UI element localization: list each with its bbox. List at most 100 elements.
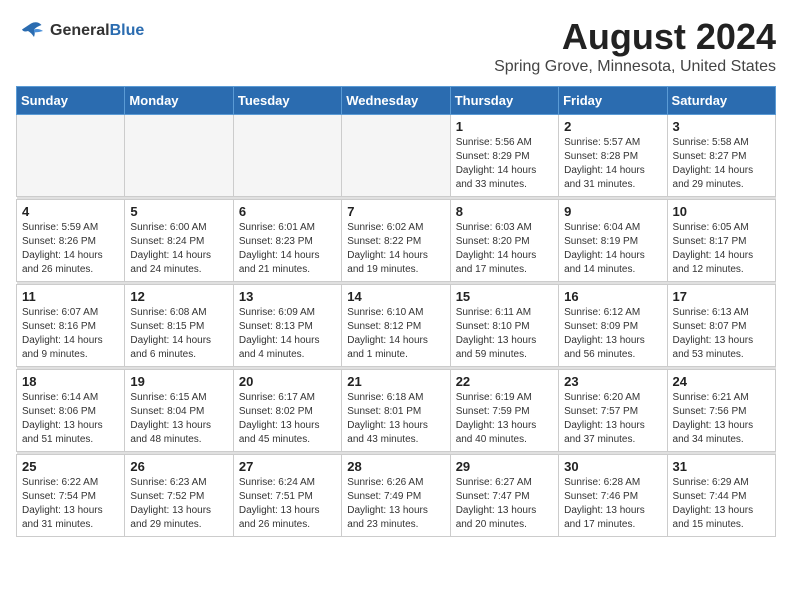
calendar-cell: 19 Sunrise: 6:15 AM Sunset: 8:04 PM Dayli… (125, 370, 233, 452)
day-info: Sunrise: 6:19 AM Sunset: 7:59 PM Dayligh… (456, 391, 553, 447)
day-number: 6 (239, 204, 336, 219)
day-number: 26 (130, 459, 227, 474)
day-number: 16 (564, 289, 661, 304)
calendar-cell: 15 Sunrise: 6:11 AM Sunset: 8:10 PM Dayli… (450, 285, 558, 367)
calendar-cell: 28 Sunrise: 6:26 AM Sunset: 7:49 PM Dayli… (342, 455, 450, 537)
calendar-cell: 30 Sunrise: 6:28 AM Sunset: 7:46 PM Dayli… (559, 455, 667, 537)
calendar-cell: 31Sunrise: 6:29 AM Sunset: 7:44 PM Dayli… (667, 455, 775, 537)
calendar-cell: 7 Sunrise: 6:02 AM Sunset: 8:22 PM Daylig… (342, 200, 450, 282)
calendar-cell: 13 Sunrise: 6:09 AM Sunset: 8:13 PM Dayli… (233, 285, 341, 367)
day-info: Sunrise: 5:59 AM Sunset: 8:26 PM Dayligh… (22, 221, 119, 277)
calendar-cell: 12 Sunrise: 6:08 AM Sunset: 8:15 PM Dayli… (125, 285, 233, 367)
day-number: 22 (456, 374, 553, 389)
logo-text: GeneralBlue (50, 22, 144, 40)
calendar-cell: 9 Sunrise: 6:04 AM Sunset: 8:19 PM Daylig… (559, 200, 667, 282)
day-info: Sunrise: 6:00 AM Sunset: 8:24 PM Dayligh… (130, 221, 227, 277)
day-number: 28 (347, 459, 444, 474)
calendar-table: Sunday Monday Tuesday Wednesday Thursday… (16, 86, 776, 537)
day-info: Sunrise: 6:03 AM Sunset: 8:20 PM Dayligh… (456, 221, 553, 277)
day-info: Sunrise: 6:13 AM Sunset: 8:07 PM Dayligh… (673, 306, 770, 362)
calendar-week-5: 25 Sunrise: 6:22 AM Sunset: 7:54 PM Dayli… (17, 455, 776, 537)
logo-icon (16, 16, 46, 46)
day-number: 5 (130, 204, 227, 219)
day-info: Sunrise: 6:04 AM Sunset: 8:19 PM Dayligh… (564, 221, 661, 277)
calendar-cell: 10 Sunrise: 6:05 AM Sunset: 8:17 PM Dayli… (667, 200, 775, 282)
day-info: Sunrise: 6:12 AM Sunset: 8:09 PM Dayligh… (564, 306, 661, 362)
page-title: August 2024 (494, 16, 776, 58)
day-number: 10 (673, 204, 770, 219)
col-friday: Friday (559, 87, 667, 115)
day-number: 12 (130, 289, 227, 304)
col-saturday: Saturday (667, 87, 775, 115)
calendar-week-3: 11Sunrise: 6:07 AM Sunset: 8:16 PM Dayli… (17, 285, 776, 367)
day-info: Sunrise: 6:21 AM Sunset: 7:56 PM Dayligh… (673, 391, 770, 447)
day-info: Sunrise: 6:18 AM Sunset: 8:01 PM Dayligh… (347, 391, 444, 447)
col-wednesday: Wednesday (342, 87, 450, 115)
day-number: 23 (564, 374, 661, 389)
day-info: Sunrise: 6:23 AM Sunset: 7:52 PM Dayligh… (130, 476, 227, 532)
day-number: 27 (239, 459, 336, 474)
day-info: Sunrise: 6:11 AM Sunset: 8:10 PM Dayligh… (456, 306, 553, 362)
day-info: Sunrise: 6:14 AM Sunset: 8:06 PM Dayligh… (22, 391, 119, 447)
calendar-cell: 26 Sunrise: 6:23 AM Sunset: 7:52 PM Dayli… (125, 455, 233, 537)
calendar-cell: 11Sunrise: 6:07 AM Sunset: 8:16 PM Dayli… (17, 285, 125, 367)
day-info: Sunrise: 6:10 AM Sunset: 8:12 PM Dayligh… (347, 306, 444, 362)
day-number: 4 (22, 204, 119, 219)
day-info: Sunrise: 6:24 AM Sunset: 7:51 PM Dayligh… (239, 476, 336, 532)
day-info: Sunrise: 6:05 AM Sunset: 8:17 PM Dayligh… (673, 221, 770, 277)
day-info: Sunrise: 6:22 AM Sunset: 7:54 PM Dayligh… (22, 476, 119, 532)
calendar-cell: 21 Sunrise: 6:18 AM Sunset: 8:01 PM Dayli… (342, 370, 450, 452)
day-number: 7 (347, 204, 444, 219)
day-number: 9 (564, 204, 661, 219)
calendar-cell (125, 115, 233, 197)
day-number: 21 (347, 374, 444, 389)
day-number: 29 (456, 459, 553, 474)
day-info: Sunrise: 6:02 AM Sunset: 8:22 PM Dayligh… (347, 221, 444, 277)
page-subtitle: Spring Grove, Minnesota, United States (494, 58, 776, 76)
day-number: 11 (22, 289, 119, 304)
day-info: Sunrise: 6:17 AM Sunset: 8:02 PM Dayligh… (239, 391, 336, 447)
day-info: Sunrise: 5:57 AM Sunset: 8:28 PM Dayligh… (564, 136, 661, 192)
day-number: 15 (456, 289, 553, 304)
calendar-cell: 8 Sunrise: 6:03 AM Sunset: 8:20 PM Daylig… (450, 200, 558, 282)
calendar-week-1: 1 Sunrise: 5:56 AM Sunset: 8:29 PM Daylig… (17, 115, 776, 197)
calendar-header-row: Sunday Monday Tuesday Wednesday Thursday… (17, 87, 776, 115)
col-sunday: Sunday (17, 87, 125, 115)
day-number: 13 (239, 289, 336, 304)
day-number: 31 (673, 459, 770, 474)
day-number: 17 (673, 289, 770, 304)
day-info: Sunrise: 6:20 AM Sunset: 7:57 PM Dayligh… (564, 391, 661, 447)
day-number: 8 (456, 204, 553, 219)
day-number: 14 (347, 289, 444, 304)
day-number: 24 (673, 374, 770, 389)
calendar-cell (233, 115, 341, 197)
calendar-week-2: 4 Sunrise: 5:59 AM Sunset: 8:26 PM Daylig… (17, 200, 776, 282)
calendar-cell: 20 Sunrise: 6:17 AM Sunset: 8:02 PM Dayli… (233, 370, 341, 452)
day-number: 25 (22, 459, 119, 474)
day-number: 19 (130, 374, 227, 389)
calendar-cell (17, 115, 125, 197)
calendar-cell: 29Sunrise: 6:27 AM Sunset: 7:47 PM Dayli… (450, 455, 558, 537)
day-info: Sunrise: 6:28 AM Sunset: 7:46 PM Dayligh… (564, 476, 661, 532)
day-number: 30 (564, 459, 661, 474)
calendar-cell: 4 Sunrise: 5:59 AM Sunset: 8:26 PM Daylig… (17, 200, 125, 282)
day-info: Sunrise: 5:56 AM Sunset: 8:29 PM Dayligh… (456, 136, 553, 192)
calendar-cell: 1 Sunrise: 5:56 AM Sunset: 8:29 PM Daylig… (450, 115, 558, 197)
day-info: Sunrise: 6:01 AM Sunset: 8:23 PM Dayligh… (239, 221, 336, 277)
day-info: Sunrise: 5:58 AM Sunset: 8:27 PM Dayligh… (673, 136, 770, 192)
day-number: 20 (239, 374, 336, 389)
col-tuesday: Tuesday (233, 87, 341, 115)
col-thursday: Thursday (450, 87, 558, 115)
day-info: Sunrise: 6:09 AM Sunset: 8:13 PM Dayligh… (239, 306, 336, 362)
day-info: Sunrise: 6:15 AM Sunset: 8:04 PM Dayligh… (130, 391, 227, 447)
calendar-cell: 5 Sunrise: 6:00 AM Sunset: 8:24 PM Daylig… (125, 200, 233, 282)
day-info: Sunrise: 6:26 AM Sunset: 7:49 PM Dayligh… (347, 476, 444, 532)
day-number: 1 (456, 119, 553, 134)
calendar-cell: 3 Sunrise: 5:58 AM Sunset: 8:27 PM Daylig… (667, 115, 775, 197)
calendar-cell: 22 Sunrise: 6:19 AM Sunset: 7:59 PM Dayli… (450, 370, 558, 452)
day-number: 3 (673, 119, 770, 134)
calendar-cell: 6 Sunrise: 6:01 AM Sunset: 8:23 PM Daylig… (233, 200, 341, 282)
day-info: Sunrise: 6:08 AM Sunset: 8:15 PM Dayligh… (130, 306, 227, 362)
page-header: GeneralBlue August 2024 Spring Grove, Mi… (16, 16, 776, 76)
calendar-cell: 16 Sunrise: 6:12 AM Sunset: 8:09 PM Dayli… (559, 285, 667, 367)
